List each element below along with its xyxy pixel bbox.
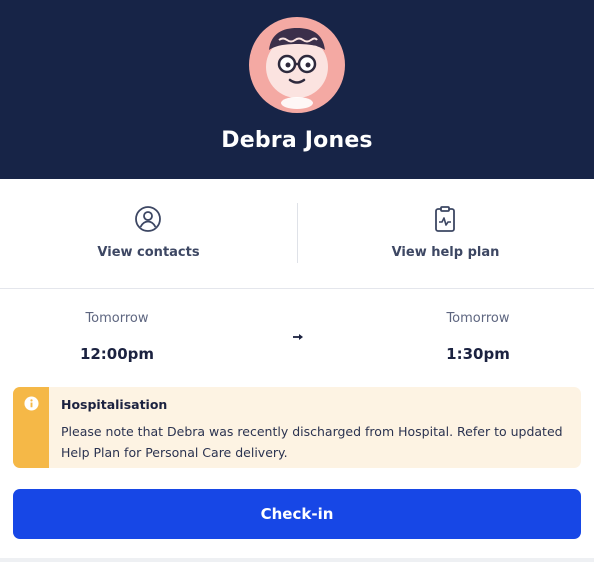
quick-actions: View contacts View help plan (0, 179, 594, 289)
end-day: Tomorrow (446, 311, 510, 326)
hospitalisation-alert: Hospitalisation Please note that Debra w… (13, 387, 581, 468)
end-time-value: 1:30pm (446, 345, 510, 363)
arrow-right-icon (293, 334, 303, 340)
bottom-divider (0, 558, 594, 562)
visit-schedule: Tomorrow 12:00pm Tomorrow 1:30pm (0, 289, 594, 384)
start-day: Tomorrow (85, 311, 149, 326)
alert-accent (13, 387, 49, 468)
alert-title: Hospitalisation (61, 397, 168, 412)
view-contacts-button[interactable]: View contacts (0, 179, 297, 289)
alert-message: Please note that Debra was recently disc… (61, 424, 563, 460)
view-help-plan-button[interactable]: View help plan (297, 179, 594, 289)
patient-name: Debra Jones (221, 128, 373, 153)
start-time-value: 12:00pm (79, 345, 155, 363)
patient-header: Debra Jones (0, 0, 594, 179)
view-contacts-label: View contacts (97, 245, 200, 260)
person-circle-icon (135, 206, 161, 232)
view-help-plan-label: View help plan (391, 245, 500, 260)
check-in-button[interactable]: Check-in (13, 489, 581, 539)
clipboard-chart-icon (435, 206, 455, 232)
avatar (249, 17, 345, 113)
info-icon (24, 396, 39, 411)
